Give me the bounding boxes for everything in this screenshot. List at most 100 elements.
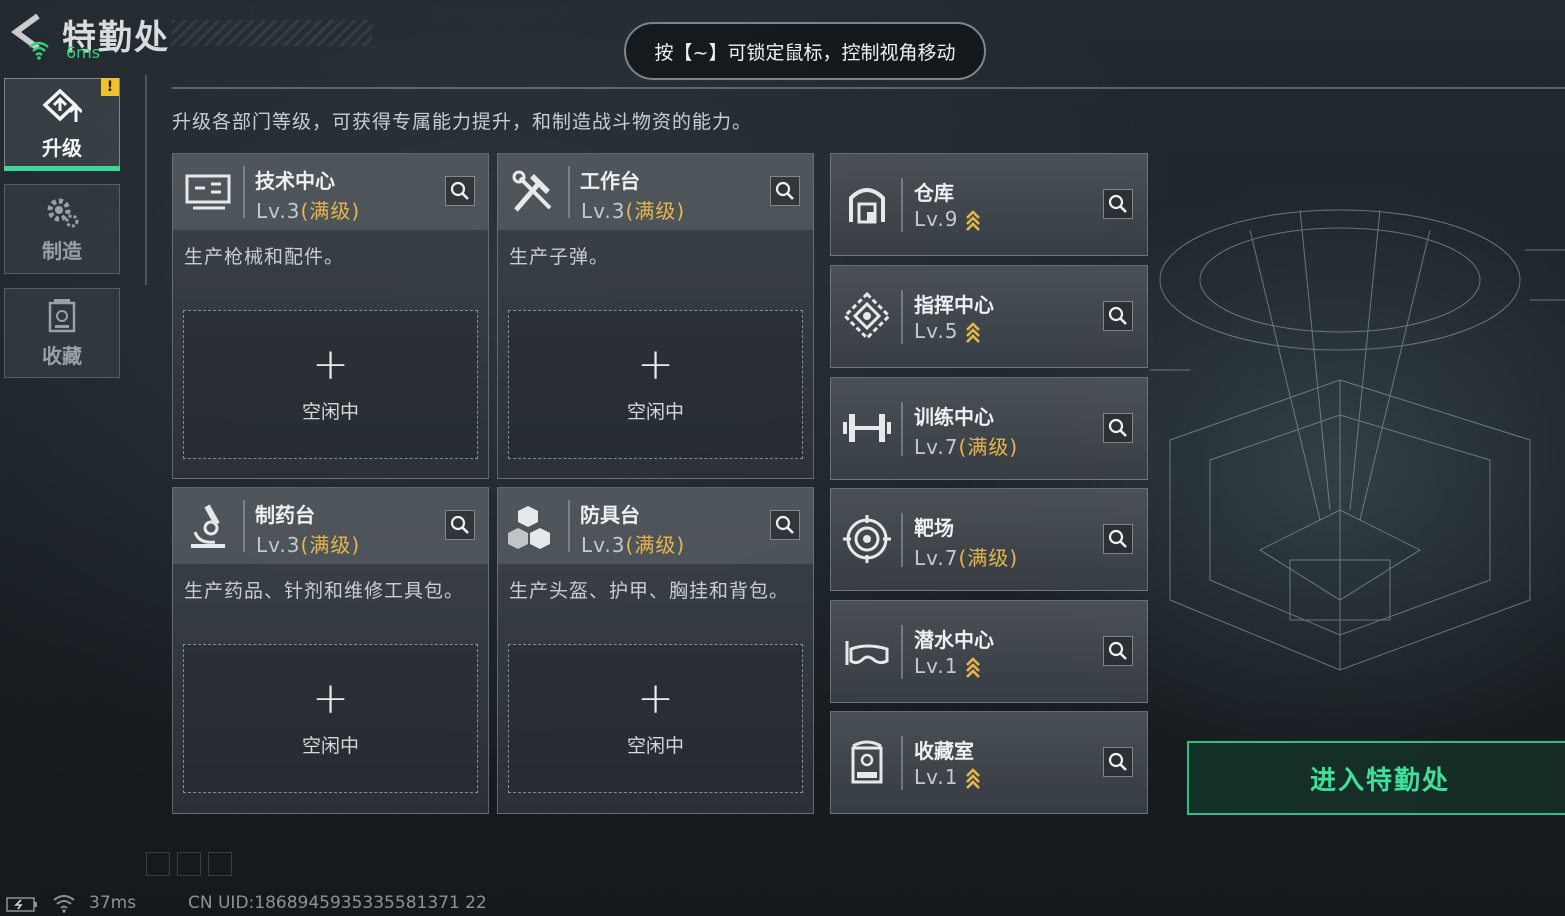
facility-level: Lv.3(满级): [581, 195, 685, 224]
facility-level: Lv.1: [914, 654, 981, 679]
wifi-icon: [29, 41, 49, 60]
add-icon: +: [637, 339, 674, 390]
search-icon: [1108, 752, 1127, 771]
search-icon: [1108, 641, 1127, 660]
nav-tab-craft[interactable]: 制造: [4, 184, 120, 274]
production-slot[interactable]: + 空闲中: [508, 644, 803, 793]
facility-diving-center[interactable]: 潜水中心 Lv.1: [830, 600, 1148, 703]
facility-name: 潜水中心: [914, 628, 994, 652]
max-level-tag: (满级): [625, 199, 686, 223]
inspect-button[interactable]: [1103, 524, 1133, 554]
nav-tab-collection[interactable]: 收藏: [4, 288, 120, 378]
inspect-button[interactable]: [770, 510, 800, 540]
row-separator: [901, 290, 903, 344]
level-value: Lv.7: [914, 546, 959, 570]
header-separator: [568, 166, 570, 218]
production-slot[interactable]: + 空闲中: [183, 644, 478, 793]
inspect-button[interactable]: [1103, 747, 1133, 777]
inspect-button[interactable]: [445, 176, 475, 206]
facility-description: 生产药品、针剂和维修工具包。: [184, 580, 465, 602]
inspect-button[interactable]: [1103, 189, 1133, 219]
production-card-tech-center[interactable]: 技术中心 Lv.3(满级) 生产枪械和配件。 + 空闲中: [172, 153, 489, 479]
mouse-lock-hint: 按【~】可锁定鼠标，控制视角移动: [624, 22, 986, 80]
inspect-button[interactable]: [1103, 413, 1133, 443]
microscope-icon: [191, 504, 225, 548]
inspect-button[interactable]: [1103, 636, 1133, 666]
level-value: Lv.1: [914, 654, 959, 678]
facility-level: Lv.7(满级): [914, 542, 1018, 571]
level-value: Lv.3: [581, 533, 626, 557]
nav-divider: [145, 75, 147, 285]
row-separator: [901, 625, 903, 679]
facility-training-center[interactable]: 训练中心 Lv.7(满级): [830, 377, 1148, 480]
network-ping: 6ms: [66, 43, 101, 62]
search-icon: [775, 515, 794, 534]
facility-name: 靶场: [914, 516, 954, 540]
header-separator: [568, 500, 570, 552]
production-slot[interactable]: + 空闲中: [508, 310, 803, 459]
card-header: 制药台 Lv.3(满级): [173, 488, 488, 564]
nav-active-indicator: [4, 166, 120, 171]
max-level-tag: (满级): [958, 435, 1019, 459]
target-icon: [843, 515, 891, 563]
card-header: 防具台 Lv.3(满级): [498, 488, 813, 564]
upgrade-icon: [42, 88, 82, 122]
enter-headquarters-button[interactable]: 进入特勤处: [1187, 741, 1565, 815]
facility-level: Lv.7(满级): [914, 431, 1018, 460]
card-header: 技术中心 Lv.3(满级): [173, 154, 488, 230]
gear-icon: [47, 198, 79, 227]
level-value: Lv.3: [581, 199, 626, 223]
inspect-button[interactable]: [770, 176, 800, 206]
production-card-armor-bench[interactable]: 防具台 Lv.3(满级) 生产头盔、护甲、胸挂和背包。 + 空闲中: [497, 487, 814, 814]
enter-button-label: 进入特勤处: [1309, 765, 1450, 796]
max-level-tag: (满级): [958, 546, 1019, 570]
row-separator: [901, 178, 903, 232]
inspect-button[interactable]: [445, 510, 475, 540]
facility-description: 生产头盔、护甲、胸挂和背包。: [509, 580, 790, 602]
display-case-icon: [851, 740, 883, 784]
search-icon: [1108, 529, 1127, 548]
facility-name: 防具台: [580, 503, 640, 527]
facility-level: Lv.5: [914, 319, 981, 344]
header-divider: [172, 87, 1565, 89]
slot-status: 空闲中: [301, 401, 359, 423]
add-icon: +: [312, 339, 349, 390]
footer-decoration: [146, 852, 239, 880]
production-slot[interactable]: + 空闲中: [183, 310, 478, 459]
production-card-workbench[interactable]: 工作台 Lv.3(满级) 生产子弹。 + 空闲中: [497, 153, 814, 479]
max-level-tag: (满级): [300, 533, 361, 557]
search-icon: [775, 181, 794, 200]
facility-name: 工作台: [580, 169, 640, 193]
facility-name: 仓库: [914, 181, 954, 205]
search-icon: [1108, 418, 1127, 437]
level-value: Lv.9: [914, 207, 959, 231]
facility-description: 生产枪械和配件。: [184, 246, 345, 268]
search-icon: [450, 515, 469, 534]
facility-name: 收藏室: [914, 739, 974, 763]
facility-shooting-range[interactable]: 靶场 Lv.7(满级): [830, 488, 1148, 591]
card-header: 工作台 Lv.3(满级): [498, 154, 813, 230]
slot-status: 空闲中: [301, 735, 359, 757]
level-value: Lv.3: [256, 199, 301, 223]
headquarters-blueprint-art: [1150, 209, 1565, 671]
production-card-pharmacy[interactable]: 制药台 Lv.3(满级) 生产药品、针剂和维修工具包。 + 空闲中: [172, 487, 489, 814]
slot-status: 空闲中: [626, 735, 684, 757]
level-value: Lv.5: [914, 319, 959, 343]
header-separator: [243, 500, 245, 552]
facility-name: 训练中心: [914, 405, 994, 429]
level-value: Lv.7: [914, 435, 959, 459]
dumbbell-icon: [843, 414, 891, 442]
facility-collection-room[interactable]: 收藏室 Lv.1: [830, 711, 1148, 814]
user-uid: CN UID:1868945935335581371 22: [188, 893, 487, 913]
inspect-button[interactable]: [1103, 301, 1133, 331]
facility-command-center[interactable]: 指挥中心 Lv.5: [830, 265, 1148, 368]
upgrade-available-icon: [965, 321, 980, 343]
command-icon: [842, 291, 892, 341]
upgrade-available-icon: [965, 767, 980, 789]
max-level-tag: (满级): [300, 199, 361, 223]
nav-label-craft: 制造: [42, 238, 82, 263]
upgrade-available-icon: [965, 656, 980, 678]
facility-warehouse[interactable]: 仓库 Lv.9: [830, 153, 1148, 256]
diving-mask-icon: [845, 641, 889, 665]
upgrade-available-icon: [965, 209, 980, 231]
